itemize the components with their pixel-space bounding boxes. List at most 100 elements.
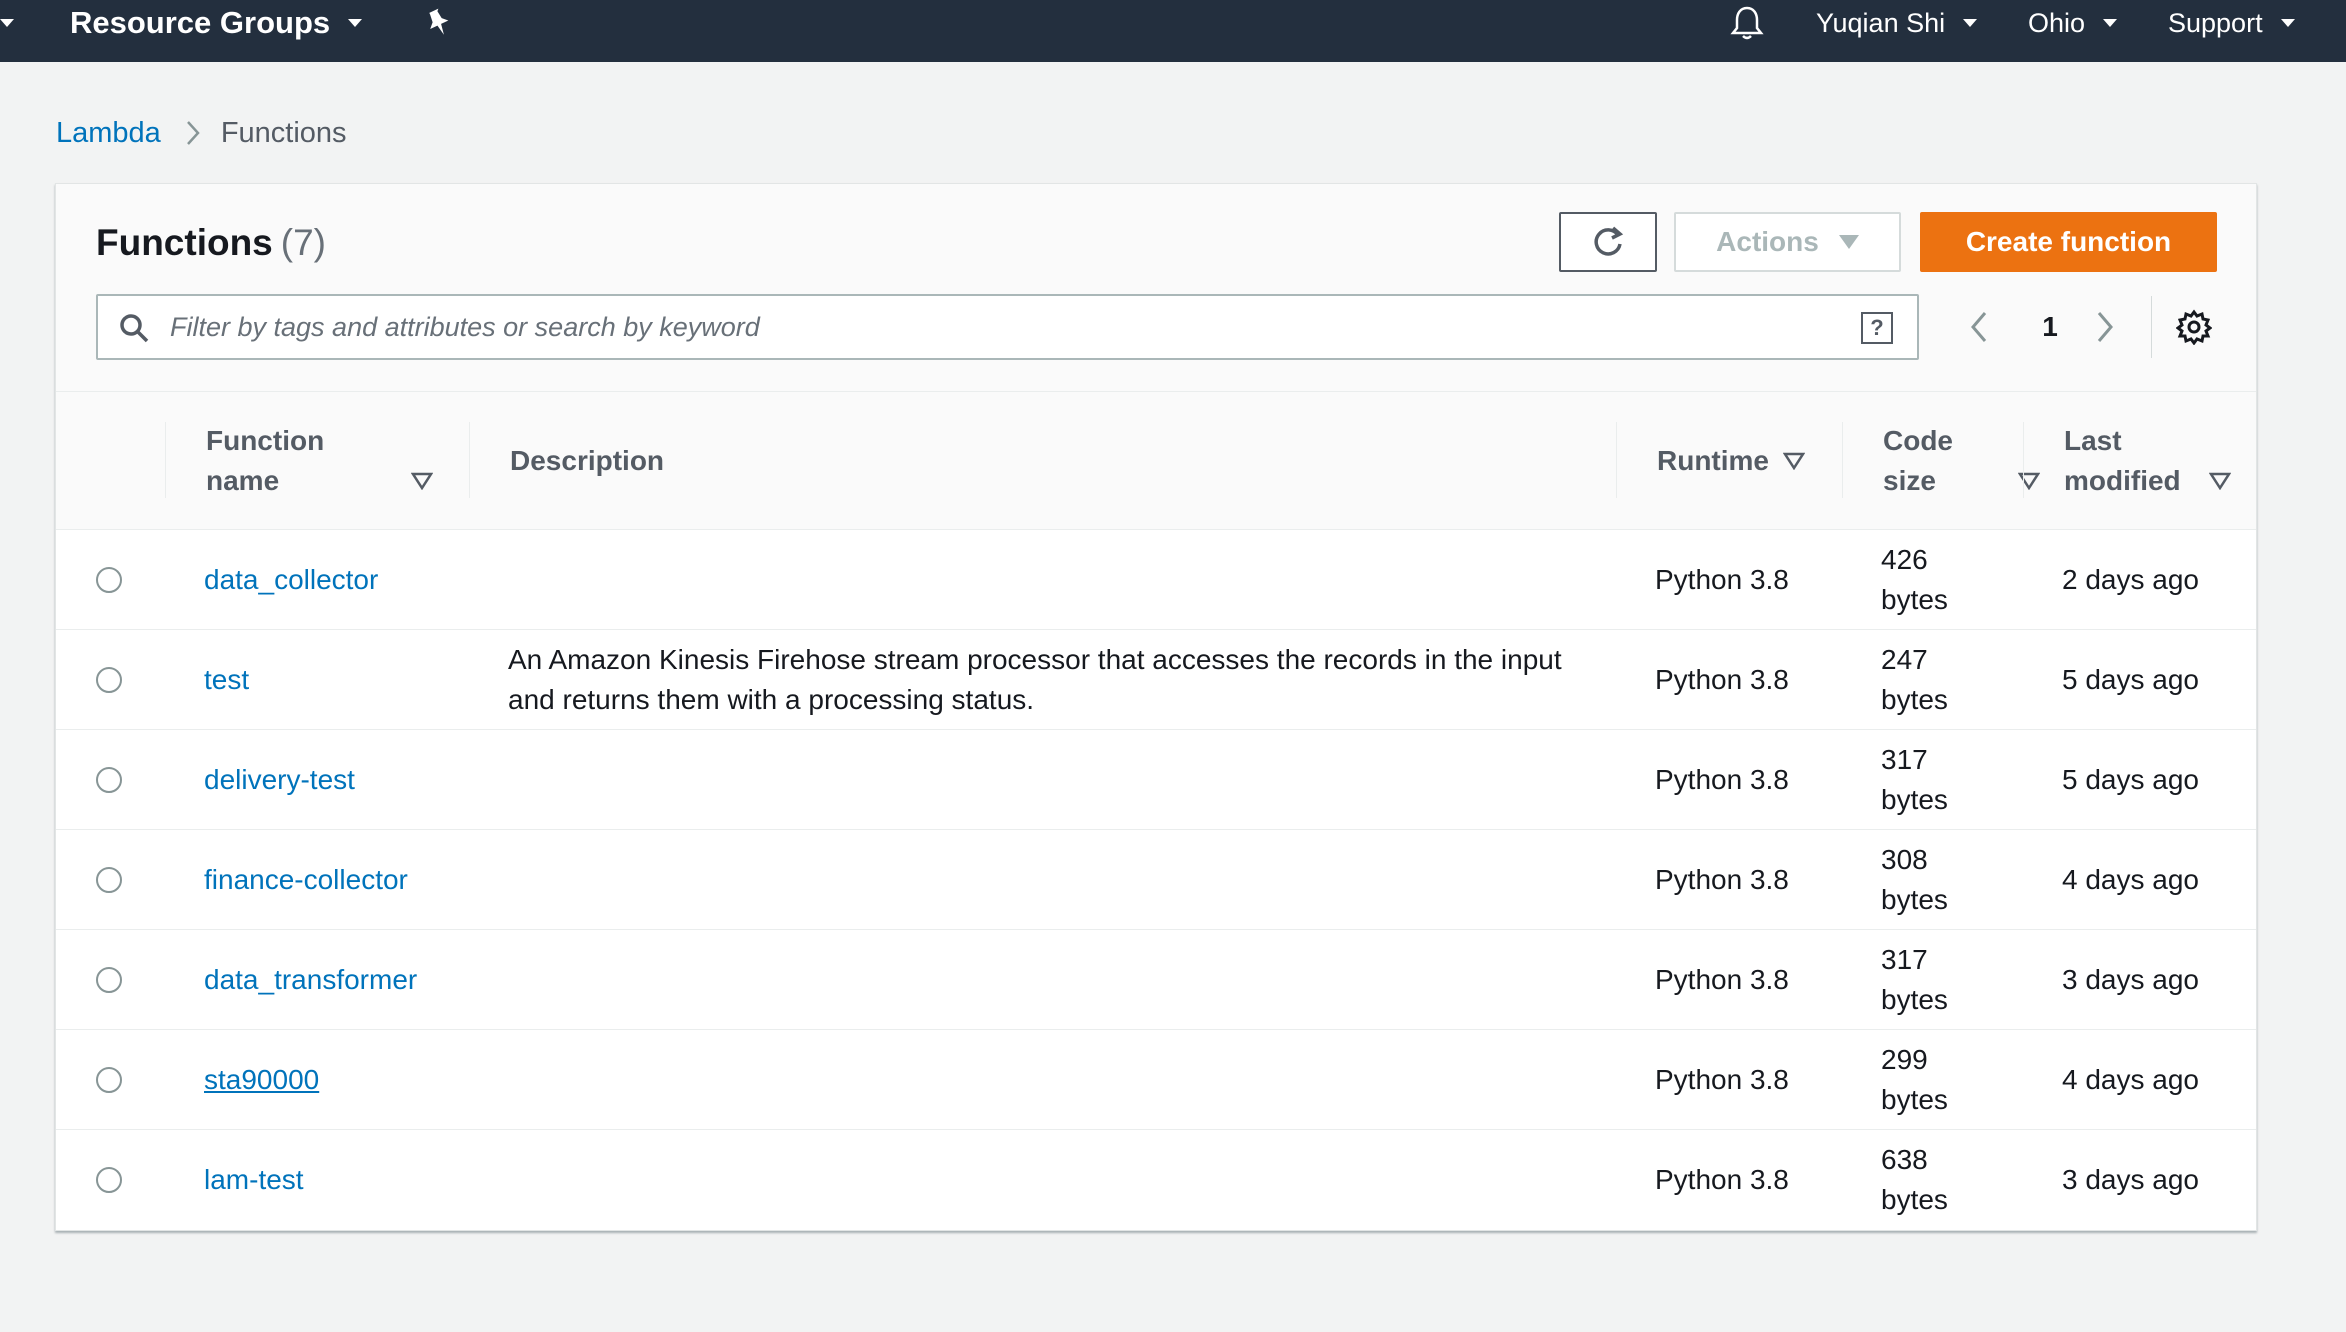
column-header-runtime[interactable]: Runtime [1657,392,1837,530]
previous-page-button[interactable] [1968,294,1990,360]
column-divider [469,422,470,498]
code-size-value: 638 [1881,1144,1928,1175]
function-name-link[interactable]: delivery-test [204,730,355,830]
column-header-code-size[interactable]: Code size [1883,392,2040,530]
function-description [508,730,1608,830]
sort-triangle-icon [2018,472,2040,490]
column-divider [1842,422,1843,498]
function-count: (7) [280,222,326,263]
row-select-radio[interactable] [96,1067,122,1093]
column-divider [165,422,166,498]
breadcrumb: Lambda Functions [56,110,347,156]
function-runtime: Python 3.8 [1655,1164,1789,1195]
pin-icon[interactable] [424,0,452,46]
table-row[interactable]: data_transformer Python 3.8 317 bytes 3 d… [56,930,2256,1030]
panel-title-text: Functions [96,222,273,263]
chevron-down-icon [348,19,363,27]
function-last-modified: 2 days ago [2062,564,2199,595]
table-row[interactable]: finance-collector Python 3.8 308 bytes 4 … [56,830,2256,930]
refresh-button[interactable] [1559,212,1657,272]
column-divider [1616,422,1617,498]
column-header-function-name[interactable]: Function name [206,392,446,530]
help-icon[interactable]: ? [1861,312,1893,344]
header-function-name-line2: name [206,465,280,496]
support-menu[interactable]: Support [2168,0,2295,46]
actions-label: Actions [1716,226,1819,257]
table-row[interactable]: data_collector Python 3.8 426 bytes 2 day… [56,530,2256,630]
current-page-number[interactable]: 1 [2030,294,2070,360]
refresh-icon [1594,226,1624,256]
sort-triangle-icon [2209,472,2231,490]
header-runtime: Runtime [1657,445,1769,476]
function-description [508,1130,1608,1230]
header-code-size-line1: Code [1883,425,1953,456]
row-select-radio[interactable] [96,667,122,693]
code-size-value: 426 [1881,544,1928,575]
region-menu[interactable]: Ohio [2028,0,2118,46]
function-code-size: 638 bytes [1881,1130,1948,1230]
function-code-size: 308 bytes [1881,830,1948,930]
function-name-link[interactable]: data_transformer [204,930,417,1030]
chevron-left-icon [1971,312,1987,342]
row-select-radio[interactable] [96,967,122,993]
actions-dropdown-button[interactable]: Actions [1674,212,1901,272]
next-page-button[interactable] [2094,294,2116,360]
user-menu[interactable]: Yuqian Shi [1816,0,1978,46]
function-description [508,530,1608,630]
breadcrumb-lambda-link[interactable]: Lambda [56,117,161,150]
table-row[interactable]: delivery-test Python 3.8 317 bytes 5 days… [56,730,2256,830]
notifications-bell-icon[interactable] [1730,0,1764,46]
preferences-button[interactable] [2176,294,2212,360]
region-name: Ohio [2028,7,2086,38]
function-runtime: Python 3.8 [1655,864,1789,895]
table-row[interactable]: test An Amazon Kinesis Firehose stream p… [56,630,2256,730]
chevron-right-icon [2097,312,2113,342]
chevron-right-icon [185,119,201,147]
table-row[interactable]: lam-test Python 3.8 638 bytes 3 days ago [56,1130,2256,1230]
code-size-unit: bytes [1881,1184,1948,1215]
search-icon [118,312,150,349]
column-divider [2023,422,2024,498]
search-bar: ? [96,294,1919,360]
header-function-name-line1: Function [206,425,325,456]
panel-title: Functions (7) [96,222,326,264]
function-runtime: Python 3.8 [1655,664,1789,695]
code-size-value: 299 [1881,1044,1928,1075]
function-description [508,1030,1608,1130]
function-code-size: 317 bytes [1881,730,1948,830]
row-select-radio[interactable] [96,867,122,893]
sort-triangle-icon [1783,452,1805,470]
code-size-value: 317 [1881,944,1928,975]
top-navigation-bar: Resource Groups Yuqian Shi Ohio Support [0,0,2346,62]
table-header: Function name Description Runtime Code siz… [56,392,2256,530]
pager-divider [2151,296,2152,358]
code-size-unit: bytes [1881,784,1948,815]
row-select-radio[interactable] [96,1167,122,1193]
row-select-radio[interactable] [96,767,122,793]
column-header-description: Description [510,392,664,530]
code-size-value: 247 [1881,644,1928,675]
function-name-link[interactable]: sta90000 [204,1030,319,1130]
column-header-last-modified[interactable]: Last modified [2064,392,2244,530]
functions-panel: Functions(7) Actions Create function ? 1 [55,183,2257,1231]
create-function-button[interactable]: Create function [1920,212,2217,272]
function-last-modified: 3 days ago [2062,1164,2199,1195]
function-runtime: Python 3.8 [1655,764,1789,795]
function-name-link[interactable]: data_collector [204,530,378,630]
table-row[interactable]: sta90000 Python 3.8 299 bytes 4 days ago [56,1030,2256,1130]
function-last-modified: 5 days ago [2062,764,2199,795]
function-name-link[interactable]: finance-collector [204,830,408,930]
breadcrumb-current: Functions [220,116,347,149]
function-last-modified: 3 days ago [2062,964,2199,995]
function-description [508,930,1608,1030]
function-name-link[interactable]: test [204,630,249,730]
function-runtime: Python 3.8 [1655,1064,1789,1095]
resource-groups-menu[interactable]: Resource Groups [70,0,363,46]
search-input[interactable] [170,302,1830,352]
row-select-radio[interactable] [96,567,122,593]
function-runtime: Python 3.8 [1655,964,1789,995]
header-last-modified-line1: Last [2064,425,2122,456]
services-menu-caret[interactable] [0,0,14,46]
function-last-modified: 4 days ago [2062,1064,2199,1095]
function-name-link[interactable]: lam-test [204,1130,304,1230]
